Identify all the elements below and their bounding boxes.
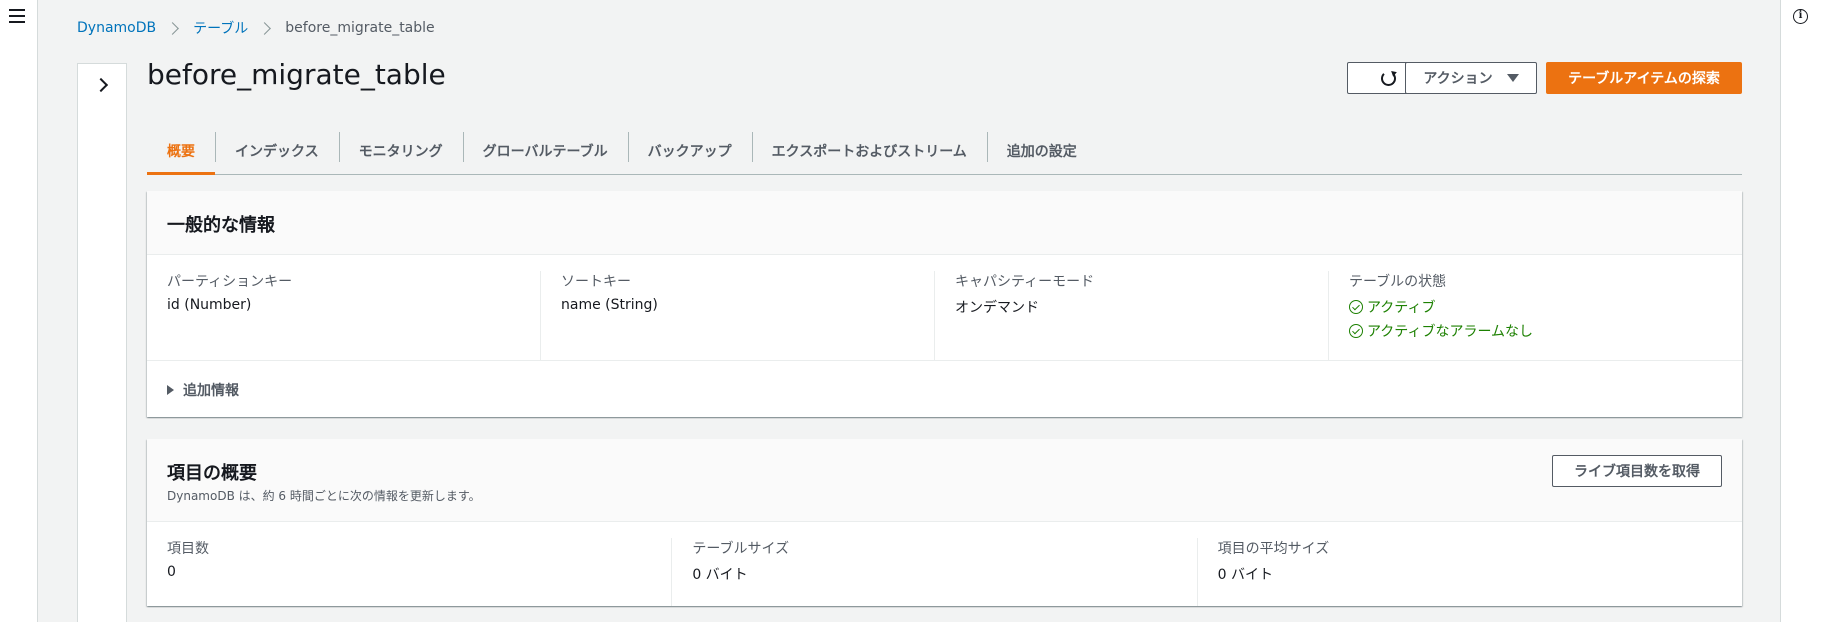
avg-item-size-label: 項目の平均サイズ <box>1217 541 1330 557</box>
table-size-value: 0 バイト <box>692 567 748 583</box>
breadcrumb: DynamoDB テーブル before_migrate_table <box>77 18 435 38</box>
alarm-status-text: アクティブなアラームなし <box>1367 324 1534 340</box>
sort-key-value: name (String) <box>561 297 658 313</box>
check-circle-icon <box>1349 324 1363 338</box>
side-panel <box>77 63 127 622</box>
actions-button[interactable]: アクション <box>1405 62 1537 94</box>
tab-exports-streams[interactable]: エクスポートおよびストリーム <box>751 128 987 174</box>
item-summary-header: 項目の概要 DynamoDB は、約 6 時間ごとに次の情報を更新します。 ライ… <box>147 439 1742 522</box>
general-info-fields: パーティションキー id (Number) ソートキー name (String… <box>147 255 1742 361</box>
expand-panel-icon[interactable] <box>93 77 109 93</box>
item-count-field: 項目数 0 <box>167 538 671 606</box>
item-summary-fields: 項目数 0 テーブルサイズ 0 バイト 項目の平均サイズ 0 バイト <box>147 522 1742 606</box>
menu-icon[interactable] <box>9 9 25 23</box>
partition-key-label: パーティションキー <box>167 274 293 290</box>
table-status-value: アクティブ <box>1349 297 1702 317</box>
table-status-field: テーブルの状態 アクティブ アクティブなアラームなし <box>1328 271 1722 360</box>
tab-overview[interactable]: 概要 <box>147 128 215 175</box>
general-info-title: 一般的な情報 <box>167 215 275 236</box>
capacity-mode-label: キャパシティーモード <box>955 274 1095 290</box>
table-size-label: テーブルサイズ <box>692 541 790 557</box>
tab-backups[interactable]: バックアップ <box>627 128 752 174</box>
breadcrumb-current: before_migrate_table <box>285 20 435 36</box>
caret-down-icon <box>1506 74 1519 82</box>
explore-items-button[interactable]: テーブルアイテムの探索 <box>1546 62 1742 94</box>
page-title: before_migrate_table <box>147 58 446 91</box>
refresh-icon <box>1380 70 1396 86</box>
item-summary-subtitle: DynamoDB は、約 6 時間ごとに次の情報を更新します。 <box>167 489 481 503</box>
caret-right-icon <box>167 385 174 395</box>
avg-item-size-value: 0 バイト <box>1217 567 1274 583</box>
item-summary-title: 項目の概要 <box>167 463 257 484</box>
capacity-mode-value: オンデマンド <box>955 300 1039 316</box>
sort-key-field: ソートキー name (String) <box>540 271 934 360</box>
chevron-right-icon <box>166 21 179 35</box>
additional-info-expander[interactable]: 追加情報 <box>147 361 1742 419</box>
item-summary-panel: 項目の概要 DynamoDB は、約 6 時間ごとに次の情報を更新します。 ライ… <box>147 439 1742 606</box>
info-icon[interactable]: i <box>1793 9 1808 24</box>
breadcrumb-dynamodb[interactable]: DynamoDB <box>77 20 156 36</box>
left-nav-strip <box>0 0 38 622</box>
table-status-label: テーブルの状態 <box>1349 274 1447 290</box>
breadcrumb-tables[interactable]: テーブル <box>193 18 248 38</box>
check-circle-icon <box>1349 300 1363 314</box>
tab-global-tables[interactable]: グローバルテーブル <box>462 128 628 174</box>
sort-key-label: ソートキー <box>561 274 631 290</box>
tab-additional-settings[interactable]: 追加の設定 <box>986 128 1097 174</box>
right-tools-strip: i <box>1780 0 1822 622</box>
partition-key-field: パーティションキー id (Number) <box>167 271 540 360</box>
table-status-text: アクティブ <box>1367 300 1436 316</box>
general-info-header: 一般的な情報 <box>147 191 1742 255</box>
item-count-label: 項目数 <box>167 541 209 557</box>
chevron-right-icon <box>258 21 272 35</box>
alarm-status-value: アクティブなアラームなし <box>1349 321 1702 341</box>
capacity-mode-field: キャパシティーモード オンデマンド <box>934 271 1328 360</box>
get-live-item-count-button[interactable]: ライブ項目数を取得 <box>1552 455 1722 487</box>
tab-indexes[interactable]: インデックス <box>215 128 339 174</box>
tab-monitoring[interactable]: モニタリング <box>338 128 463 174</box>
tab-bar: 概要 インデックス モニタリング グローバルテーブル バックアップ エクスポート… <box>147 128 1742 175</box>
actions-label: アクション <box>1423 71 1493 87</box>
table-size-field: テーブルサイズ 0 バイト <box>671 538 1196 606</box>
item-count-value: 0 <box>167 564 176 580</box>
partition-key-value: id (Number) <box>167 297 252 313</box>
additional-info-label: 追加情報 <box>183 383 239 399</box>
general-info-panel: 一般的な情報 パーティションキー id (Number) ソートキー name … <box>147 191 1742 417</box>
avg-item-size-field: 項目の平均サイズ 0 バイト <box>1196 538 1722 606</box>
explore-items-label: テーブルアイテムの探索 <box>1568 71 1720 87</box>
